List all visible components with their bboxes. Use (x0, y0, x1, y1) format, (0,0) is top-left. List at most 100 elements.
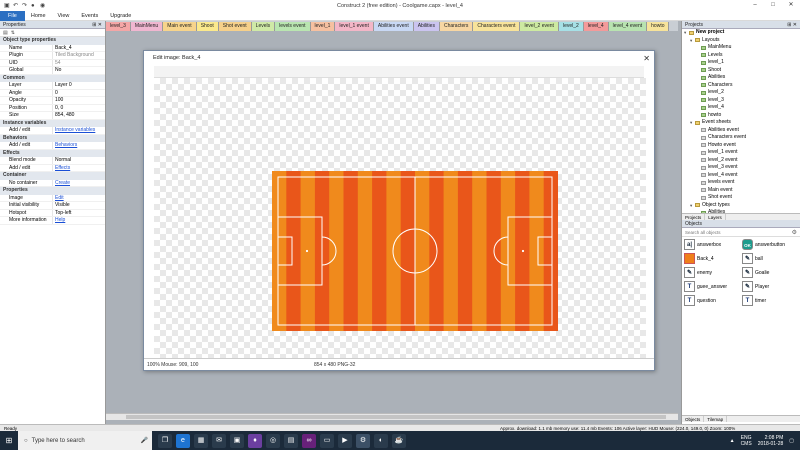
object-item[interactable]: OK answerbutton (742, 239, 800, 250)
taskbar-search[interactable]: ○ Type here to search 🎤 (18, 431, 152, 450)
pin-icon[interactable]: ⊞ ✕ (92, 21, 102, 29)
tree-item[interactable]: levels event (684, 179, 800, 187)
property-link[interactable]: Effects (52, 164, 105, 171)
property-section-header[interactable]: Properties (0, 187, 105, 195)
tab-main-event[interactable]: Main event (163, 22, 197, 31)
object-item[interactable]: ✎ Player (742, 281, 800, 292)
microphone-icon[interactable]: 🎤 (141, 437, 148, 444)
tree-item[interactable]: level_2 event (684, 157, 800, 165)
tree-item[interactable]: Shot event (684, 194, 800, 202)
scroll-thumb[interactable] (126, 415, 666, 419)
game-icon[interactable]: ◐ (374, 433, 388, 448)
property-row[interactable]: Add / edit Effects (0, 164, 105, 172)
categorized-icon[interactable]: ▤ (3, 29, 8, 36)
property-row[interactable]: Image Edit (0, 194, 105, 202)
property-link[interactable]: Behaviors (52, 142, 105, 149)
tab-level-1[interactable]: level_1 (310, 22, 336, 31)
property-row[interactable]: More information Help (0, 217, 105, 225)
property-value[interactable]: 0 (52, 89, 105, 96)
projects-pin-icon[interactable]: ⊞ ✕ (787, 21, 797, 29)
tab-shoot[interactable]: Shoot (196, 22, 219, 31)
property-value[interactable]: No (52, 67, 105, 74)
visual-studio-icon[interactable]: ∞ (302, 433, 316, 448)
property-value[interactable]: Normal (52, 157, 105, 164)
tree-item[interactable]: Shoot (684, 67, 800, 75)
tab-shot-event[interactable]: Shot event (218, 22, 252, 31)
minimize-button[interactable]: – (746, 0, 764, 11)
property-section-header[interactable]: Common (0, 74, 105, 82)
tab-abilities-event[interactable]: Abilities event (373, 22, 414, 31)
property-section-header[interactable]: Effects (0, 149, 105, 157)
calendar-icon[interactable]: ▤ (284, 433, 298, 448)
tab-level-4[interactable]: level_4 (583, 22, 609, 31)
tab-characters[interactable]: Characters (439, 22, 474, 31)
property-row[interactable]: Add / edit Behaviors (0, 142, 105, 150)
property-row[interactable]: Position 0, 0 (0, 104, 105, 112)
property-value[interactable]: Top-left (52, 209, 105, 216)
tab-characters-event[interactable]: Characters event (473, 22, 521, 31)
tree-item[interactable]: Abilities (684, 74, 800, 82)
tree-item[interactable]: Abilities event (684, 127, 800, 135)
tree-item[interactable]: ▾ Event sheets (684, 119, 800, 127)
mail-icon[interactable]: ✉ (212, 433, 226, 448)
property-value[interactable]: Layer 0 (52, 82, 105, 89)
tree-item[interactable]: level_1 (684, 59, 800, 67)
menu-home[interactable]: Home (25, 11, 52, 21)
start-button[interactable]: ⊞ (0, 431, 18, 450)
tree-item[interactable]: MainMenu (684, 44, 800, 52)
property-link[interactable]: Instance variables (52, 127, 105, 134)
objects-search-input[interactable] (685, 228, 792, 236)
tab-mainmenu[interactable]: MainMenu (130, 22, 164, 31)
tab-howto[interactable]: howto (647, 22, 670, 31)
task-view-icon[interactable]: ❐ (158, 433, 172, 448)
property-row[interactable]: Global No (0, 67, 105, 75)
tree-item[interactable]: level_2 (684, 89, 800, 97)
tree-item[interactable]: ▾ Object types (684, 202, 800, 210)
tree-item[interactable]: level_4 (684, 104, 800, 112)
tree-item[interactable]: level_3 (684, 97, 800, 105)
property-section-header[interactable]: Instance variables (0, 119, 105, 127)
dialog-close-icon[interactable]: ✕ (643, 51, 650, 66)
close-button[interactable]: ✕ (782, 0, 800, 11)
object-item[interactable]: ✎ ball (742, 253, 800, 264)
object-item[interactable]: Tguee_answer (684, 281, 742, 292)
menu-file[interactable]: File (0, 10, 25, 21)
tab-levels-event[interactable]: levels event (275, 22, 311, 31)
tab-objects[interactable]: Objects (682, 416, 705, 422)
app-icon[interactable]: ♦ (248, 433, 262, 448)
property-row[interactable]: Plugin Tiled Background (0, 52, 105, 60)
property-value[interactable]: Tiled Background (52, 52, 105, 59)
menu-upgrade[interactable]: Upgrade (104, 11, 137, 21)
tree-item[interactable]: ▾ Layouts (684, 37, 800, 45)
media-icon[interactable]: ▶ (338, 433, 352, 448)
store-icon[interactable]: ▦ (194, 433, 208, 448)
menu-view[interactable]: View (52, 11, 76, 21)
property-row[interactable]: Add / edit Instance variables (0, 127, 105, 135)
property-section-header[interactable]: Behaviors (0, 134, 105, 142)
tab-level-2-event[interactable]: level_2 event (520, 22, 559, 31)
property-value[interactable]: 100 (52, 97, 105, 104)
image-canvas[interactable] (154, 78, 646, 359)
property-value[interactable]: 0, 0 (52, 104, 105, 111)
object-item[interactable]: ✎ Goalie (742, 267, 800, 278)
edge-icon[interactable]: e (176, 433, 190, 448)
property-link[interactable]: Create (52, 179, 105, 186)
property-value[interactable]: Visible (52, 202, 105, 209)
tree-item[interactable]: level_4 event (684, 172, 800, 180)
property-row[interactable]: Hotspot Top-left (0, 209, 105, 217)
tab-abilities[interactable]: Abilities (413, 22, 440, 31)
tab-level-4-event[interactable]: level_4 event (608, 22, 648, 31)
property-row[interactable]: Size 854, 480 (0, 112, 105, 120)
tab-tilemap[interactable]: Tilemap (704, 416, 728, 422)
property-value[interactable]: 54 (52, 59, 105, 66)
property-row[interactable]: UID 54 (0, 59, 105, 67)
property-row[interactable]: Name Back_4 (0, 44, 105, 52)
clock[interactable]: 2:08 PM 2018-01-28 (758, 435, 784, 447)
network-icon[interactable]: ▲ (730, 438, 735, 444)
object-item[interactable]: Ttimer (742, 295, 800, 306)
tab-levels[interactable]: Levels (251, 22, 276, 31)
object-item[interactable]: ✎ enemy (684, 267, 742, 278)
property-row[interactable]: Opacity 100 (0, 97, 105, 105)
property-section-header[interactable]: Object type properties (0, 37, 105, 45)
property-row[interactable]: Blend mode Normal (0, 157, 105, 165)
